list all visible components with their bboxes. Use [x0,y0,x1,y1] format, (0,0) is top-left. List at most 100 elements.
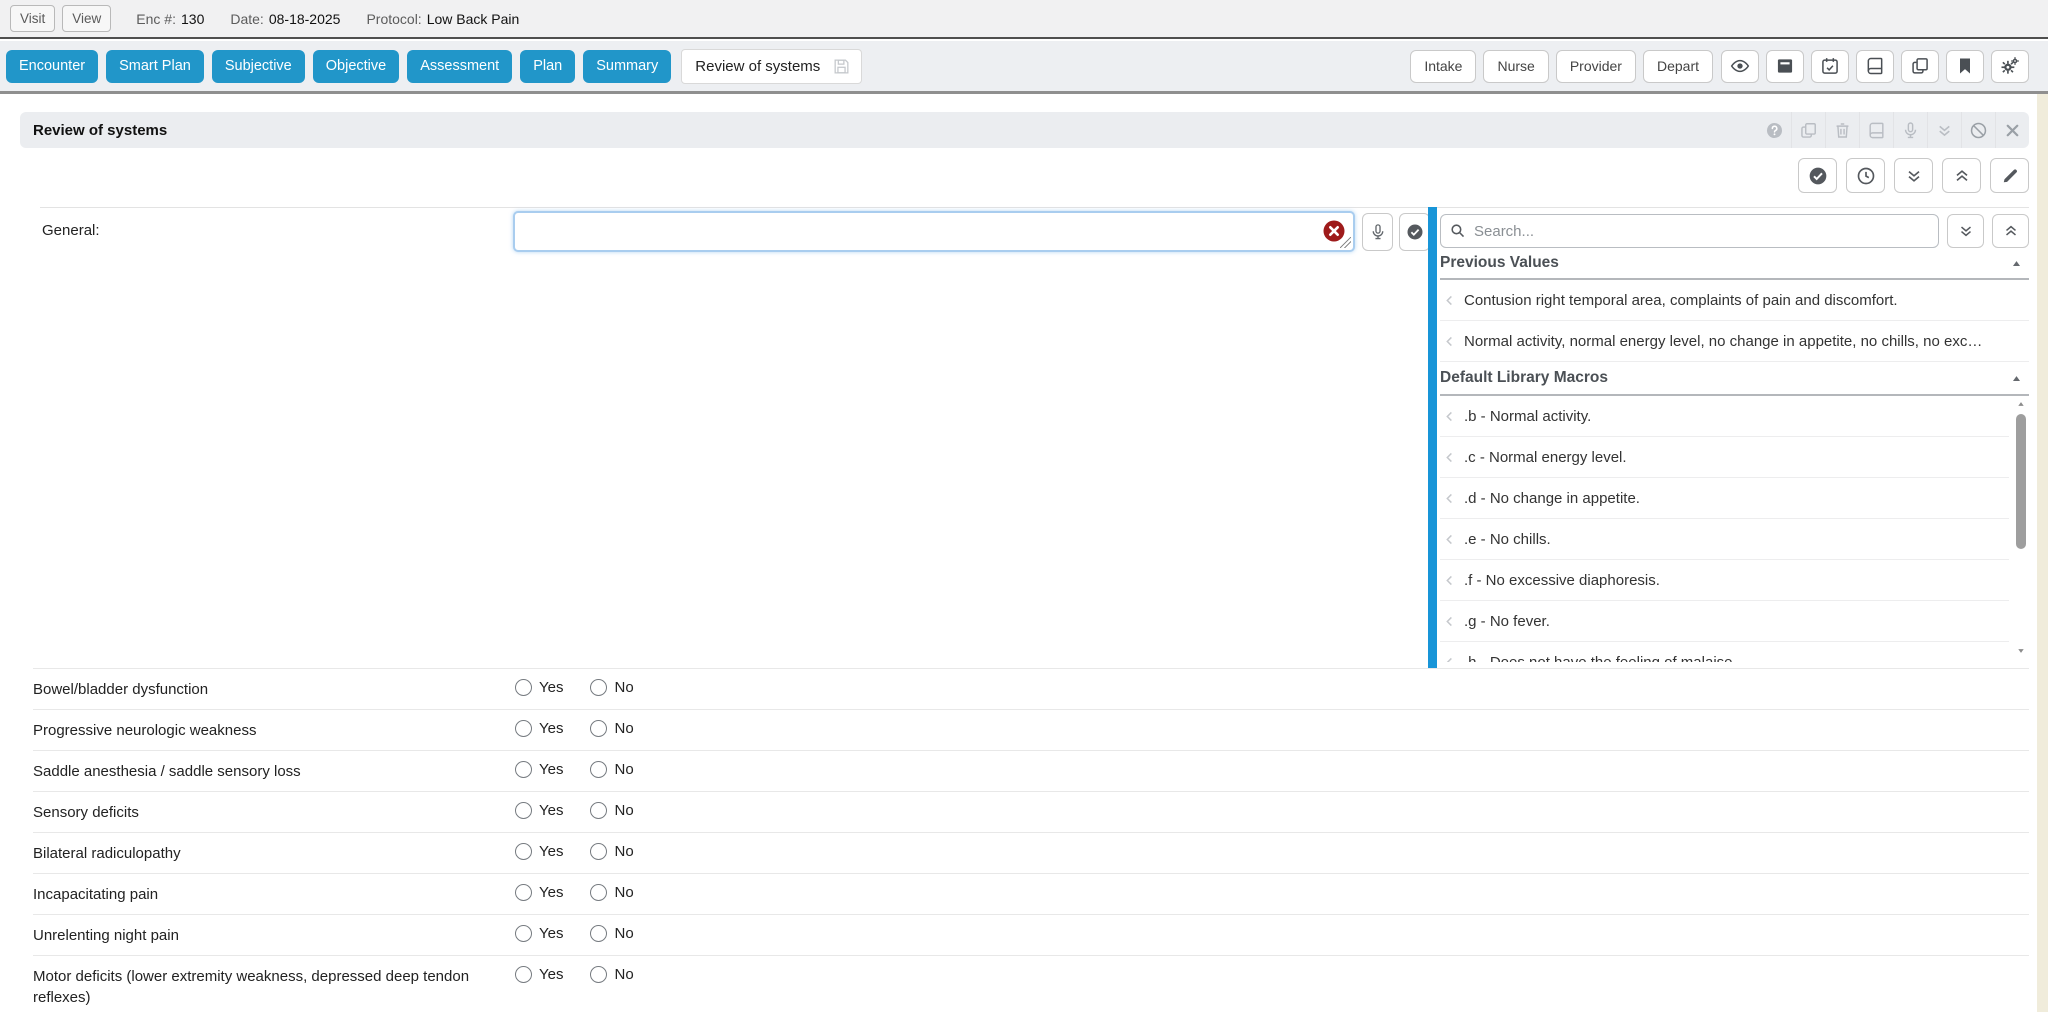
no-option[interactable]: No [590,925,633,942]
microphone-icon[interactable] [1893,112,1927,148]
role-button[interactable]: Intake [1410,50,1476,83]
bookmark-button[interactable] [1946,50,1984,83]
macro-scrollbar[interactable] [2013,396,2029,662]
copy-button[interactable] [1901,50,1939,83]
macro-item[interactable]: .d - No change in appetite. [1440,478,2009,519]
eye-button[interactable] [1721,50,1759,83]
yes-radio[interactable] [515,966,532,983]
previous-values-header[interactable]: Previous Values [1440,248,2029,280]
nav-tab-button[interactable]: Plan [520,50,575,83]
macro-item[interactable]: .c - Normal energy level. [1440,437,2009,478]
role-button[interactable]: Depart [1643,50,1713,83]
calendar-check-icon [1820,56,1840,76]
scrollbar-thumb[interactable] [2016,414,2026,549]
macro-item[interactable]: .h - Does not have the feeling of malais… [1440,642,2009,662]
yes-option[interactable]: Yes [515,884,563,901]
no-label: No [614,720,633,737]
no-radio[interactable] [590,802,607,819]
calendar-button[interactable] [1811,50,1849,83]
no-radio[interactable] [590,925,607,942]
macro-item[interactable]: .e - No chills. [1440,519,2009,560]
expand-all-button[interactable] [1894,158,1933,193]
previous-value-item[interactable]: Normal activity, normal energy level, no… [1440,321,2029,362]
yes-radio[interactable] [515,761,532,778]
no-option[interactable]: No [590,884,633,901]
no-label: No [614,761,633,778]
question-row: Bilateral radiculopathy Yes No [33,832,2029,873]
macro-text: .g - No fever. [1464,613,1550,630]
book-icon[interactable] [1859,112,1893,148]
trash-icon[interactable] [1825,112,1859,148]
yes-radio[interactable] [515,843,532,860]
role-button[interactable]: Provider [1556,50,1636,83]
macro-item[interactable]: .f - No excessive diaphoresis. [1440,560,2009,601]
no-radio[interactable] [590,720,607,737]
no-option[interactable]: No [590,966,633,983]
no-option[interactable]: No [590,720,633,737]
yes-radio[interactable] [515,720,532,737]
nav-tab-button[interactable]: Encounter [6,50,98,83]
close-icon[interactable] [1995,112,2029,148]
yes-option[interactable]: Yes [515,843,563,860]
yes-option[interactable]: Yes [515,679,563,696]
previous-value-item[interactable]: Contusion right temporal area, complaint… [1440,280,2029,321]
no-radio[interactable] [590,761,607,778]
visit-button[interactable]: Visit [10,5,55,32]
yes-radio[interactable] [515,925,532,942]
yes-option[interactable]: Yes [515,925,563,942]
page-title: Review of systems [33,122,167,139]
scroll-up-icon[interactable] [2016,399,2026,409]
general-textarea[interactable] [513,211,1355,252]
no-option[interactable]: No [590,761,633,778]
insert-left-icon [1442,532,1457,547]
view-button[interactable]: View [62,5,111,32]
yes-radio[interactable] [515,884,532,901]
no-option[interactable]: No [590,802,633,819]
yes-label: Yes [539,720,563,737]
nav-tab-button[interactable]: Objective [313,50,399,83]
book-button[interactable] [1856,50,1894,83]
no-radio[interactable] [590,884,607,901]
scroll-down-icon[interactable] [2016,646,2026,656]
resize-grip[interactable] [1340,237,1351,248]
complete-normal-button[interactable] [1798,158,1837,193]
nav-tab-button[interactable]: Subjective [212,50,305,83]
expand-sections-button[interactable] [1947,214,1984,248]
default-library-macros-header[interactable]: Default Library Macros [1440,362,2029,396]
no-label: No [614,802,633,819]
history-button[interactable] [1846,158,1885,193]
nav-tab-button[interactable]: Smart Plan [106,50,204,83]
no-option[interactable]: No [590,843,633,860]
help-icon[interactable] [1757,112,1791,148]
yes-radio[interactable] [515,802,532,819]
insert-left-icon [1442,450,1457,465]
archive-button[interactable] [1766,50,1804,83]
collapse-sections-button[interactable] [1992,214,2029,248]
yes-option[interactable]: Yes [515,802,563,819]
nav-tab-button[interactable]: Summary [583,50,671,83]
role-button[interactable]: Nurse [1483,50,1548,83]
macro-text: .h - Does not have the feeling of malais… [1464,654,1737,663]
no-radio[interactable] [590,966,607,983]
yes-option[interactable]: Yes [515,966,563,983]
settings-button[interactable] [1991,50,2029,83]
no-radio[interactable] [590,679,607,696]
no-radio[interactable] [590,843,607,860]
yes-option[interactable]: Yes [515,761,563,778]
chevrons-down-icon[interactable] [1927,112,1961,148]
dictate-button[interactable] [1362,213,1393,251]
yes-radio[interactable] [515,679,532,696]
no-option[interactable]: No [590,679,633,696]
tab-review-of-systems[interactable]: Review of systems [681,49,862,84]
search-input[interactable] [1440,214,1939,248]
ban-icon[interactable] [1961,112,1995,148]
accept-button[interactable] [1399,213,1430,251]
macro-item[interactable]: .b - Normal activity. [1440,396,2009,437]
yes-option[interactable]: Yes [515,720,563,737]
nav-tab-button[interactable]: Assessment [407,50,512,83]
macro-item[interactable]: .g - No fever. [1440,601,2009,642]
copy-icon[interactable] [1791,112,1825,148]
collapse-all-button[interactable] [1942,158,1981,193]
edit-button[interactable] [1990,158,2029,193]
page-scrollbar-track[interactable] [2037,94,2048,1012]
